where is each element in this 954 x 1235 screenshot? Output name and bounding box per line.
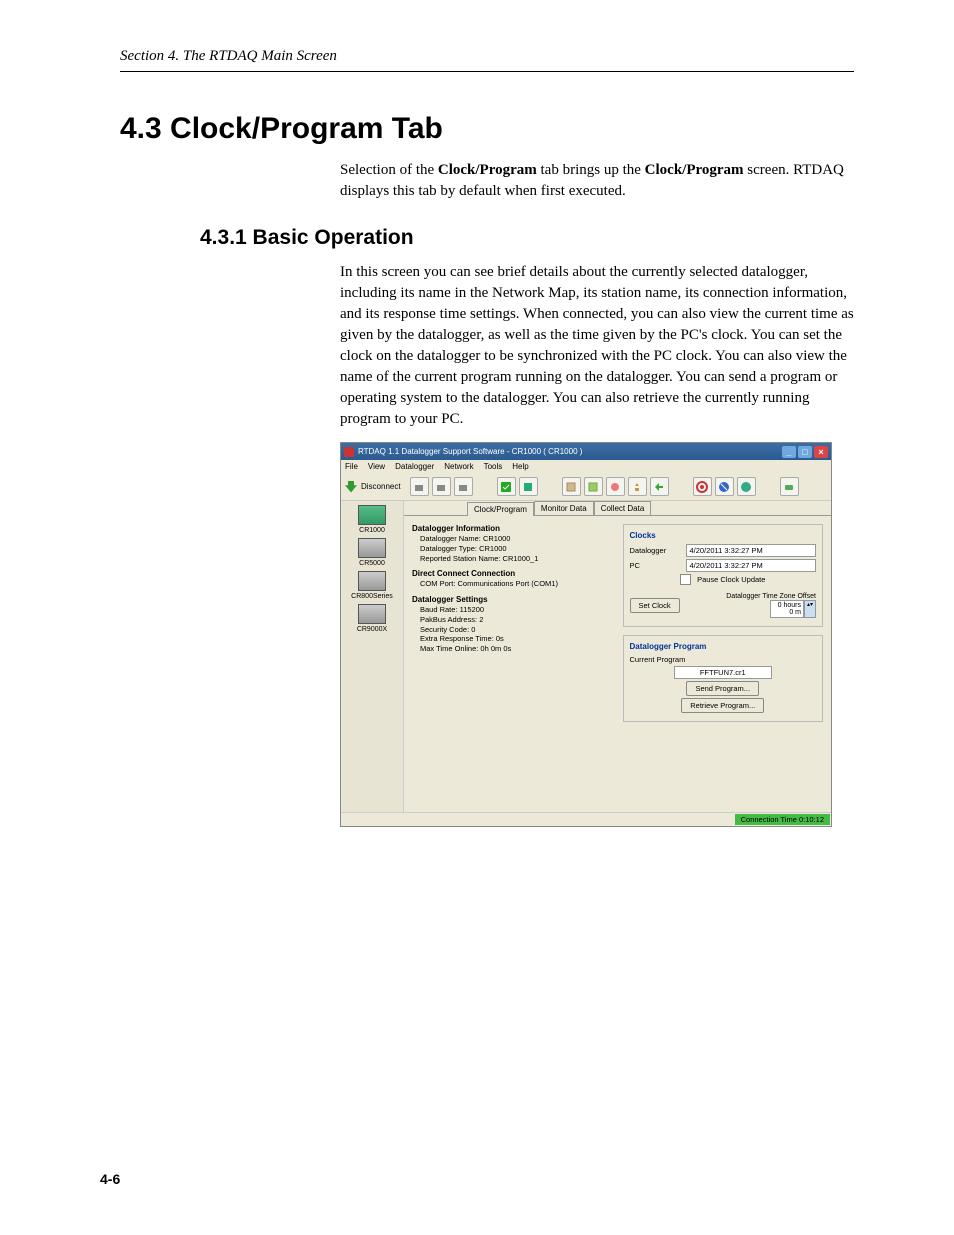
current-program-value: FFTFUN7.cr1 (674, 666, 772, 679)
toolbar-button[interactable] (737, 477, 756, 496)
program-panel: Datalogger Program Current Program FFTFU… (623, 635, 824, 722)
device-icon (358, 538, 386, 558)
toolbar-button[interactable] (650, 477, 669, 496)
device-label: CR1000 (359, 527, 385, 534)
info-column: Datalogger Information Datalogger Name: … (412, 524, 613, 804)
panel-heading: Clocks (630, 531, 817, 540)
tab-content: Datalogger Information Datalogger Name: … (404, 515, 831, 812)
text: Selection of the (340, 162, 438, 178)
device-icon (358, 571, 386, 591)
current-program-label: Current Program (630, 655, 686, 664)
menu-datalogger[interactable]: Datalogger (395, 462, 434, 471)
toolbar-button[interactable] (780, 477, 799, 496)
header-rule (120, 71, 854, 72)
close-button[interactable]: × (814, 446, 828, 458)
toolbar-button[interactable] (584, 477, 603, 496)
disconnect-label: Disconnect (361, 482, 401, 491)
device-icon (358, 604, 386, 624)
toolbar-button[interactable] (454, 477, 473, 496)
disconnect-button[interactable]: Disconnect (345, 481, 401, 493)
toolbar-button[interactable] (715, 477, 734, 496)
text-bold: Clock/Program (438, 162, 537, 178)
menu-help[interactable]: Help (512, 462, 528, 471)
timezone-label: Datalogger Time Zone Offset (686, 593, 816, 600)
set-clock-button[interactable]: Set Clock (630, 598, 680, 613)
toolbar-button[interactable] (497, 477, 516, 496)
info-heading: Datalogger Information (412, 524, 613, 533)
app-icon (344, 447, 354, 457)
toolbar-button[interactable] (606, 477, 625, 496)
page-number: 4-6 (100, 1171, 120, 1187)
info-heading: Datalogger Settings (412, 595, 613, 604)
maximize-button[interactable]: □ (798, 446, 812, 458)
clocks-panel: Clocks Datalogger 4/20/2011 3:32:27 PM PC… (623, 524, 824, 627)
toolbar-button[interactable] (432, 477, 451, 496)
toolbar-button[interactable] (693, 477, 712, 496)
disconnect-icon (345, 481, 357, 493)
timezone-value[interactable]: 0 hours 0 m (770, 600, 804, 618)
toolbar-button[interactable] (562, 477, 581, 496)
right-column: Clocks Datalogger 4/20/2011 3:32:27 PM PC… (623, 524, 824, 804)
device-item[interactable]: CR1000 (358, 505, 386, 534)
tab-monitor-data[interactable]: Monitor Data (534, 501, 594, 515)
clock-label: PC (630, 561, 680, 570)
retrieve-program-button[interactable]: Retrieve Program... (681, 698, 764, 713)
pause-label: Pause Clock Update (697, 575, 765, 584)
device-label: CR800Series (351, 593, 393, 600)
tab-collect-data[interactable]: Collect Data (594, 501, 652, 515)
device-item[interactable]: CR5000 (358, 538, 386, 567)
datalogger-time: 4/20/2011 3:32:27 PM (686, 544, 817, 557)
intro-paragraph: Selection of the Clock/Program tab bring… (340, 160, 854, 202)
device-label: CR5000 (359, 560, 385, 567)
menu-tools[interactable]: Tools (484, 462, 503, 471)
toolbar: Disconnect (341, 473, 831, 501)
info-text: Baud Rate: 115200PakBus Address: 2Securi… (420, 605, 613, 654)
device-icon (358, 505, 386, 525)
pause-checkbox[interactable] (680, 574, 691, 585)
minimize-button[interactable]: _ (782, 446, 796, 458)
menu-file[interactable]: File (345, 462, 358, 471)
menu-network[interactable]: Network (444, 462, 473, 471)
device-label: CR9000X (357, 626, 387, 633)
status-bar: Connection Time 0:10:12 (341, 812, 831, 826)
toolbar-button[interactable] (628, 477, 647, 496)
connection-time: Connection Time 0:10:12 (735, 814, 830, 825)
device-item[interactable]: CR800Series (351, 571, 393, 600)
spinner-icon[interactable]: ▴▾ (804, 600, 816, 618)
toolbar-button[interactable] (519, 477, 538, 496)
toolbar-button[interactable] (410, 477, 429, 496)
subsection-heading: 4.3.1 Basic Operation (120, 226, 854, 250)
pc-time: 4/20/2011 3:32:27 PM (686, 559, 817, 572)
body-paragraph: In this screen you can see brief details… (340, 262, 854, 430)
tab-clock-program[interactable]: Clock/Program (467, 502, 534, 516)
device-item[interactable]: CR9000X (357, 604, 387, 633)
send-program-button[interactable]: Send Program... (686, 681, 759, 696)
device-sidebar: CR1000 CR5000 CR800Series CR9000X (341, 501, 404, 812)
screenshot: RTDAQ 1.1 Datalogger Support Software - … (340, 442, 832, 827)
menu-bar: File View Datalogger Network Tools Help (341, 460, 831, 473)
window-title: RTDAQ 1.1 Datalogger Support Software - … (358, 447, 582, 456)
info-heading: Direct Connect Connection (412, 569, 613, 578)
info-text: Datalogger Name: CR1000Datalogger Type: … (420, 534, 613, 563)
section-heading: 4.3 Clock/Program Tab (120, 112, 854, 146)
window-titlebar: RTDAQ 1.1 Datalogger Support Software - … (341, 443, 831, 460)
menu-view[interactable]: View (368, 462, 385, 471)
panel-heading: Datalogger Program (630, 642, 817, 651)
tab-bar: Clock/Program Monitor Data Collect Data (464, 501, 831, 515)
clock-label: Datalogger (630, 546, 680, 555)
running-header: Section 4. The RTDAQ Main Screen (120, 48, 854, 65)
text-bold: Clock/Program (645, 162, 744, 178)
info-text: COM Port: Communications Port (COM1) (420, 579, 613, 589)
text: tab brings up the (537, 162, 645, 178)
